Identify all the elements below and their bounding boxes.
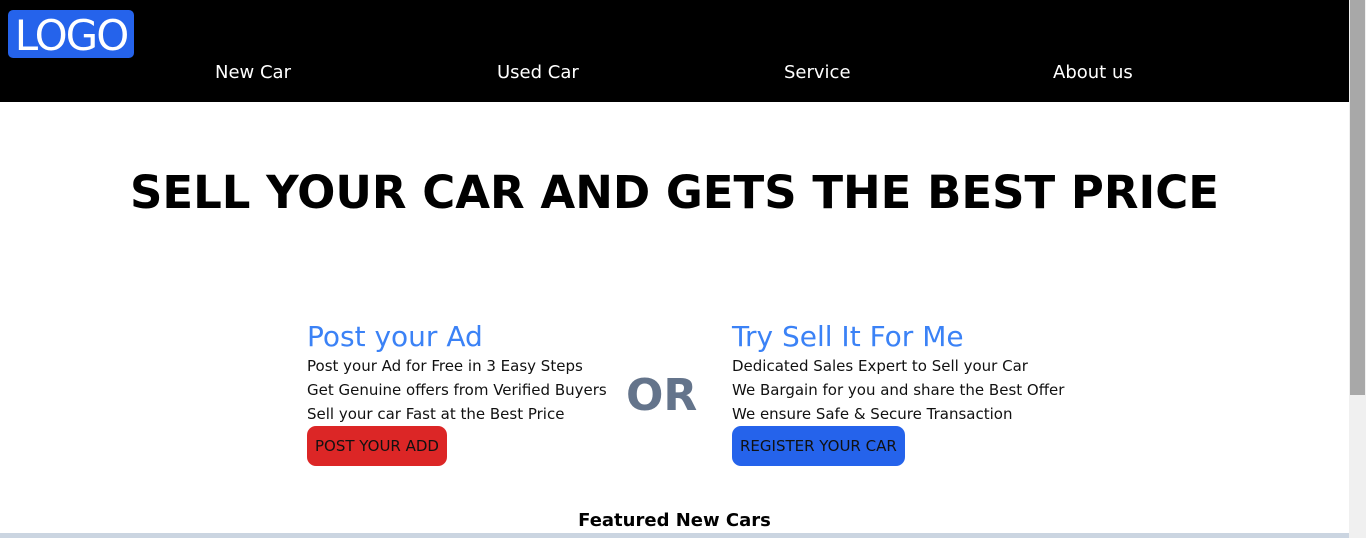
sell-for-me-title: Try Sell It For Me [732, 320, 964, 353]
featured-new-cars-heading: Featured New Cars [578, 510, 771, 531]
sell-for-me-line-1: Dedicated Sales Expert to Sell your Car [732, 357, 1028, 375]
top-navbar: LOGO New Car Used Car Service About us [0, 0, 1349, 102]
post-ad-line-2: Get Genuine offers from Verified Buyers [307, 381, 607, 399]
sell-for-me-line-3: We ensure Safe & Secure Transaction [732, 405, 1013, 423]
post-ad-section: Post your Ad Post your Ad for Free in 3 … [307, 320, 607, 466]
hero-title: SELL YOUR CAR AND GETS THE BEST PRICE [129, 166, 1220, 219]
post-ad-line-1: Post your Ad for Free in 3 Easy Steps [307, 357, 583, 375]
post-ad-line-3: Sell your car Fast at the Best Price [307, 405, 565, 423]
nav-link-new-car[interactable]: New Car [215, 61, 291, 85]
post-your-add-button[interactable]: POST YOUR ADD [307, 426, 447, 466]
scrollbar-thumb[interactable] [1350, 0, 1365, 395]
post-ad-title: Post your Ad [307, 320, 483, 353]
sell-for-me-section: Try Sell It For Me Dedicated Sales Exper… [732, 320, 1065, 466]
nav-link-used-car[interactable]: Used Car [497, 61, 579, 85]
sell-for-me-line-2: We Bargain for you and share the Best Of… [732, 381, 1065, 399]
page-scrollbar[interactable] [1349, 0, 1366, 538]
register-your-car-button[interactable]: REGISTER YOUR CAR [732, 426, 905, 466]
logo[interactable]: LOGO [8, 10, 134, 58]
or-divider: OR [626, 370, 698, 421]
nav-link-service[interactable]: Service [784, 61, 851, 85]
nav-link-about-us[interactable]: About us [1053, 61, 1133, 85]
featured-section-band [0, 533, 1349, 538]
